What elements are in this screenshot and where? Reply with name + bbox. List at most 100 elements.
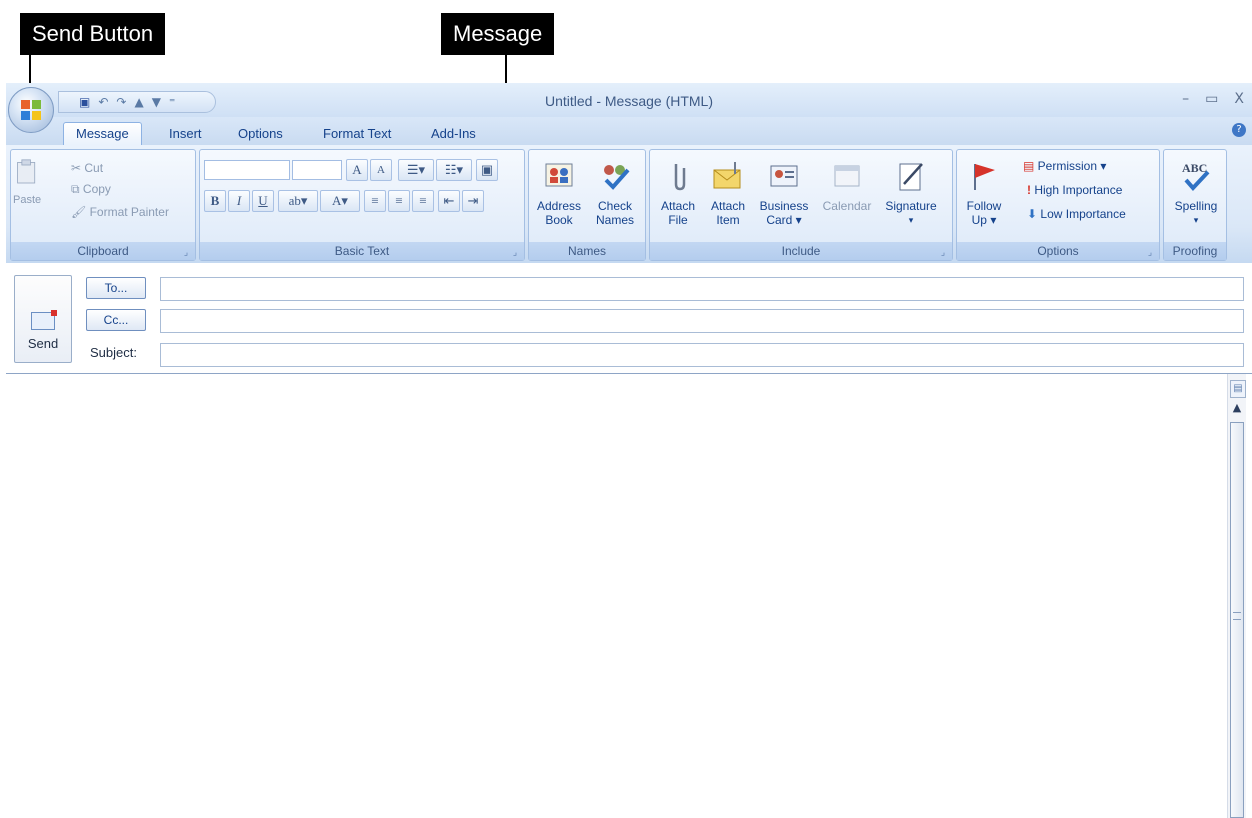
window-controls: – ▭ X bbox=[1182, 91, 1244, 107]
minimize-icon[interactable]: – bbox=[1182, 91, 1189, 107]
low-importance-button[interactable]: ⬇ Low Importance bbox=[1027, 206, 1126, 222]
paste-button[interactable]: Paste bbox=[13, 156, 41, 207]
to-button-label: To... bbox=[104, 281, 128, 295]
underline-button[interactable]: U bbox=[252, 190, 274, 212]
copy-button[interactable]: ⧉ Copy bbox=[71, 181, 111, 197]
spelling-label: Spelling bbox=[1174, 199, 1218, 213]
styles-button[interactable]: ▣ bbox=[476, 159, 498, 181]
font-name-combo[interactable] bbox=[204, 160, 290, 180]
follow-up-button[interactable]: Follow Up ▾ bbox=[959, 160, 1009, 227]
outlook-message-window: ▣ ↶ ↷ ▲ ▼ ⁼ Untitled - Message (HTML) – … bbox=[6, 83, 1252, 818]
high-importance-label: High Importance bbox=[1034, 183, 1123, 197]
address-book-icon bbox=[545, 163, 573, 187]
decrease-indent-button[interactable]: ⇤ bbox=[438, 190, 460, 212]
clipboard-label-text: Clipboard bbox=[77, 244, 129, 258]
check-names-icon bbox=[604, 165, 630, 190]
scrollbar-thumb[interactable] bbox=[1230, 422, 1244, 818]
basic-text-group-label: Basic Text ⌟ bbox=[200, 242, 524, 260]
permission-icon: ▤ bbox=[1023, 159, 1038, 173]
include-label-text: Include bbox=[781, 244, 821, 258]
calendar-label: Calendar bbox=[822, 199, 872, 213]
tab-message[interactable]: Message bbox=[63, 122, 142, 145]
business-card-label-2: Card ▾ bbox=[766, 213, 802, 227]
increase-indent-button[interactable]: ⇥ bbox=[462, 190, 484, 212]
names-group: Address Book Check Names Names bbox=[528, 149, 646, 261]
spelling-button[interactable]: ABC Spelling ▾ bbox=[1168, 160, 1224, 227]
subject-label: Subject: bbox=[90, 345, 137, 360]
align-center-button[interactable]: ≡ bbox=[388, 190, 410, 212]
dialog-launcher-icon[interactable]: ⌟ bbox=[181, 247, 191, 257]
align-right-button[interactable]: ≡ bbox=[412, 190, 434, 212]
to-field[interactable] bbox=[160, 277, 1244, 301]
office-button[interactable] bbox=[8, 87, 54, 133]
help-icon[interactable]: ? bbox=[1232, 123, 1246, 137]
low-importance-label: Low Importance bbox=[1040, 207, 1126, 221]
highlight-button[interactable]: ab▾ bbox=[278, 190, 318, 212]
numbering-button[interactable]: ☷▾ bbox=[436, 159, 472, 181]
close-icon[interactable]: X bbox=[1234, 91, 1244, 107]
spelling-check-icon: ABC bbox=[1182, 161, 1210, 191]
basic-text-group: A A ☰▾ ☷▾ ▣ B I U ab▾ A▾ ≡ ≡ ≡ ⇤ ⇥ Basic… bbox=[199, 149, 525, 261]
cut-label: Cut bbox=[84, 161, 104, 175]
shrink-font-label: A bbox=[377, 164, 385, 176]
permission-button[interactable]: ▤ Permission ▾ bbox=[1023, 158, 1106, 174]
red-flag-icon bbox=[974, 164, 995, 190]
scrollbar-grip-icon bbox=[1233, 612, 1241, 621]
send-label: Send bbox=[27, 336, 59, 351]
copy-icon: ⧉ bbox=[71, 182, 83, 196]
send-button[interactable]: Send bbox=[14, 275, 72, 363]
options-label-text: Options bbox=[1037, 244, 1079, 258]
bold-button[interactable]: B bbox=[204, 190, 226, 212]
ribbon-tabs: Message Insert Options Format Text Add-I… bbox=[6, 117, 1252, 145]
cc-field[interactable] bbox=[160, 309, 1244, 333]
bullets-button[interactable]: ☰▾ bbox=[398, 159, 434, 181]
address-book-label-2: Book bbox=[545, 213, 573, 227]
calendar-button[interactable]: Calendar bbox=[820, 160, 874, 213]
signature-label: Signature bbox=[885, 199, 937, 213]
format-painter-button[interactable]: 🖌 Format Painter bbox=[71, 204, 169, 220]
proofing-group-label: Proofing bbox=[1164, 242, 1226, 260]
high-importance-button[interactable]: ! High Importance bbox=[1027, 182, 1122, 198]
attach-file-button[interactable]: Attach File bbox=[652, 160, 704, 227]
include-launcher-icon[interactable]: ⌟ bbox=[938, 247, 948, 257]
paste-icon bbox=[17, 159, 36, 184]
to-button[interactable]: To... bbox=[86, 277, 146, 299]
grow-font-button[interactable]: A bbox=[346, 159, 368, 181]
signature-button[interactable]: Signature ▾ bbox=[880, 160, 942, 227]
subject-field[interactable] bbox=[160, 343, 1244, 367]
basic-text-label-text: Basic Text bbox=[334, 244, 390, 258]
business-card-button[interactable]: Business Card ▾ bbox=[756, 160, 812, 227]
tab-options[interactable]: Options bbox=[238, 123, 283, 145]
vertical-scrollbar[interactable]: ▤ ▲ bbox=[1227, 374, 1246, 818]
italic-button[interactable]: I bbox=[228, 190, 250, 212]
font-size-combo[interactable] bbox=[292, 160, 342, 180]
tab-format-text[interactable]: Format Text bbox=[323, 123, 391, 145]
basic-text-launcher-icon[interactable]: ⌟ bbox=[510, 247, 520, 257]
cc-button-label: Cc... bbox=[103, 313, 129, 327]
check-names-button[interactable]: Check Names bbox=[589, 160, 641, 227]
names-label-text: Names bbox=[567, 244, 606, 258]
font-color-button[interactable]: A▾ bbox=[320, 190, 360, 212]
business-card-label-1: Business bbox=[759, 199, 809, 213]
tab-insert[interactable]: Insert bbox=[169, 123, 202, 145]
send-button-callout: Send Button bbox=[20, 13, 166, 55]
attach-item-label-1: Attach bbox=[710, 199, 746, 213]
tab-add-ins[interactable]: Add-Ins bbox=[431, 123, 476, 145]
cut-button[interactable]: ✂ Cut bbox=[71, 160, 103, 176]
grow-font-label: A bbox=[352, 162, 362, 177]
signature-icon bbox=[899, 163, 923, 191]
follow-up-label-2: Up ▾ bbox=[971, 213, 997, 227]
ruler-toggle-icon[interactable]: ▤ bbox=[1230, 380, 1246, 398]
bold-label: B bbox=[210, 193, 220, 208]
cc-button[interactable]: Cc... bbox=[86, 309, 146, 331]
message-body[interactable]: ▤ ▲ bbox=[6, 373, 1252, 818]
address-book-button[interactable]: Address Book bbox=[533, 160, 585, 227]
align-left-button[interactable]: ≡ bbox=[364, 190, 386, 212]
restore-icon[interactable]: ▭ bbox=[1205, 91, 1218, 107]
attach-item-button[interactable]: Attach Item bbox=[702, 160, 754, 227]
send-button-callout-text: Send Button bbox=[32, 21, 154, 46]
shrink-font-button[interactable]: A bbox=[370, 159, 392, 181]
scroll-up-icon[interactable]: ▲ bbox=[1228, 400, 1246, 416]
include-group: Attach File Attach Item Business Card ▾ bbox=[649, 149, 953, 261]
options-launcher-icon[interactable]: ⌟ bbox=[1145, 247, 1155, 257]
